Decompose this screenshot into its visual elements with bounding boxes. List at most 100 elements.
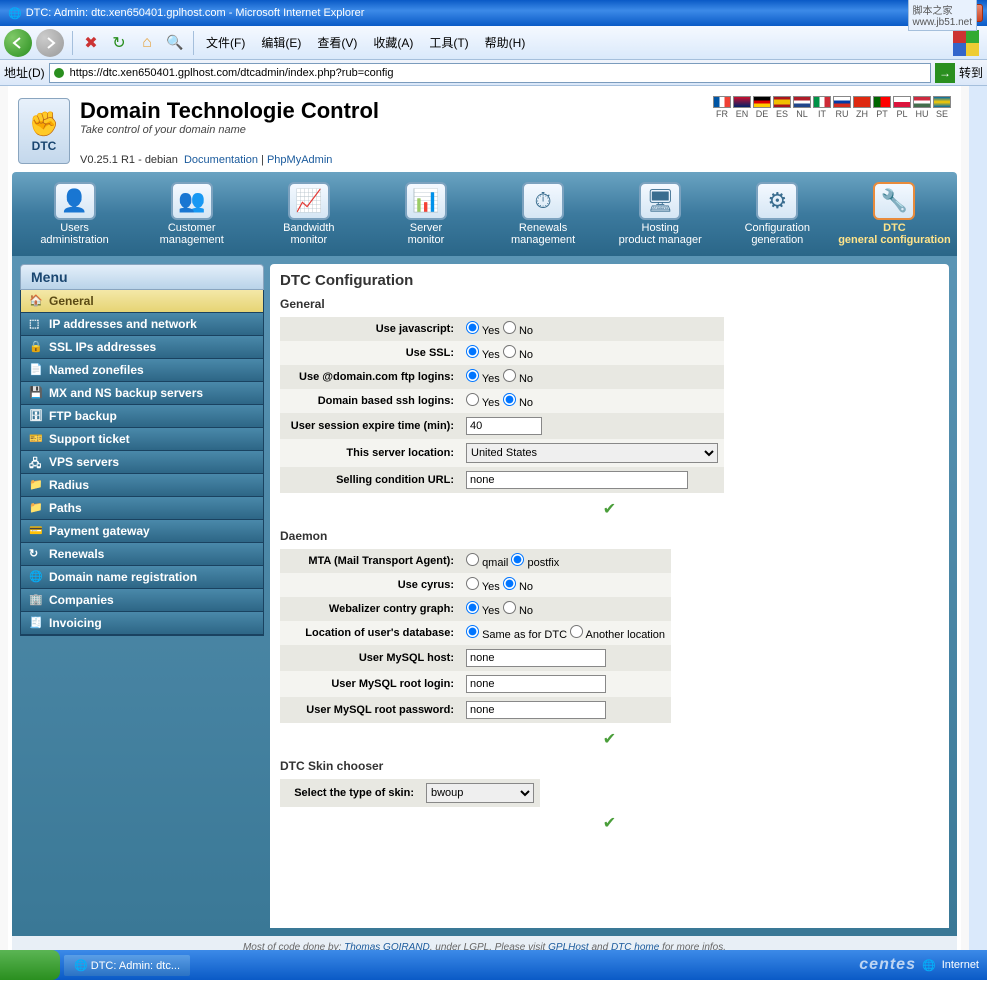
flag-nl[interactable] [793, 96, 811, 108]
sidebar-item-8[interactable]: 📁Radius [21, 474, 263, 497]
tray-internet-icon: 🌐 [922, 959, 936, 972]
flag-ru[interactable] [833, 96, 851, 108]
flag-pt[interactable] [873, 96, 891, 108]
documentation-link[interactable]: Documentation [184, 154, 258, 166]
sidebar-item-10[interactable]: 💳Payment gateway [21, 520, 263, 543]
select-skin[interactable]: bwoup [426, 783, 534, 803]
gplhost-link[interactable]: GPLHost [548, 942, 589, 950]
sidebar-label-12: Domain name registration [49, 570, 197, 584]
sidebar-label-8: Radius [49, 478, 89, 492]
radio-ftp-no[interactable] [503, 369, 516, 382]
radio-ftp-yes[interactable] [466, 369, 479, 382]
search-button[interactable]: 🔍 [164, 32, 186, 54]
select-server-location[interactable]: United States [466, 443, 718, 463]
sidebar-item-4[interactable]: 💾MX and NS backup servers [21, 382, 263, 405]
nav-item-7[interactable]: 🔧DTCgeneral configuration [836, 178, 953, 250]
nav-item-2[interactable]: 📈Bandwidthmonitor [250, 178, 367, 250]
input-session-expire[interactable] [466, 417, 542, 435]
sidebar-item-1[interactable]: ⬚IP addresses and network [21, 313, 263, 336]
sidebar-item-11[interactable]: ↻Renewals [21, 543, 263, 566]
sidebar-item-6[interactable]: 🎫Support ticket [21, 428, 263, 451]
flag-zh[interactable] [853, 96, 871, 108]
flag-hu[interactable] [913, 96, 931, 108]
sidebar-item-12[interactable]: 🌐Domain name registration [21, 566, 263, 589]
menu-file[interactable]: 文件(F) [198, 30, 253, 55]
author-link[interactable]: Thomas GOIRAND [344, 942, 430, 950]
radio-ssl-yes[interactable] [466, 345, 479, 358]
radio-cyrus-no[interactable] [503, 577, 516, 590]
address-input[interactable] [49, 63, 931, 83]
nav-item-1[interactable]: 👥Customermanagement [133, 178, 250, 250]
nav-item-5[interactable]: 🖥Hostingproduct manager [602, 178, 719, 250]
sidebar-label-5: FTP backup [49, 409, 117, 423]
browser-menu-bar: 文件(F) 编辑(E) 查看(V) 收藏(A) 工具(T) 帮助(H) [198, 30, 533, 55]
radio-ssh-no[interactable] [503, 393, 516, 406]
home-button[interactable]: ⌂ [136, 32, 158, 54]
windows-taskbar: 🌐 DTC: Admin: dtc... centes 🌐 Internet [0, 950, 987, 980]
nav-item-0[interactable]: 👤Usersadministration [16, 178, 133, 250]
menu-edit[interactable]: 编辑(E) [253, 30, 309, 55]
radio-ssl-no[interactable] [503, 345, 516, 358]
forward-button[interactable] [36, 29, 64, 57]
menu-favorites[interactable]: 收藏(A) [365, 30, 421, 55]
sidebar-label-10: Payment gateway [49, 524, 150, 538]
radio-db-same[interactable] [466, 625, 479, 638]
flag-en[interactable] [733, 96, 751, 108]
sidebar-item-5[interactable]: 🗄FTP backup [21, 405, 263, 428]
sidebar-label-11: Renewals [49, 547, 104, 561]
flag-label-de: DE [753, 109, 771, 119]
start-button[interactable] [0, 950, 60, 980]
daemon-form-table: MTA (Mail Transport Agent): qmail postfi… [280, 549, 671, 723]
input-mysql-pass[interactable] [466, 701, 606, 719]
back-button[interactable] [4, 29, 32, 57]
flag-pl[interactable] [893, 96, 911, 108]
nav-item-3[interactable]: 📊Servermonitor [367, 178, 484, 250]
menu-view[interactable]: 查看(V) [309, 30, 365, 55]
flag-label-it: IT [813, 109, 831, 119]
submit-general-icon[interactable]: ✔ [280, 499, 939, 519]
go-button[interactable]: → [935, 63, 955, 83]
sidebar-item-14[interactable]: 🧾Invoicing [21, 612, 263, 635]
dtc-body: Menu 🏠General⬚IP addresses and network🔒S… [12, 256, 957, 936]
vertical-scrollbar[interactable] [969, 86, 987, 950]
flag-label-en: EN [733, 109, 751, 119]
menu-help[interactable]: 帮助(H) [477, 30, 534, 55]
radio-js-no[interactable] [503, 321, 516, 334]
radio-ssh-yes[interactable] [466, 393, 479, 406]
language-flags: FRENDEESNLITRUZHPTPLHUSE [713, 96, 951, 119]
phpmyadmin-link[interactable]: PhpMyAdmin [267, 154, 332, 166]
radio-mta-postfix[interactable] [511, 553, 524, 566]
flag-it[interactable] [813, 96, 831, 108]
radio-db-another[interactable] [570, 625, 583, 638]
input-selling-url[interactable] [466, 471, 688, 489]
menu-tools[interactable]: 工具(T) [421, 30, 476, 55]
sidebar-item-0[interactable]: 🏠General [21, 290, 263, 313]
radio-js-yes[interactable] [466, 321, 479, 334]
nav-item-4[interactable]: ⏱Renewalsmanagement [485, 178, 602, 250]
sidebar-item-13[interactable]: 🏢Companies [21, 589, 263, 612]
submit-daemon-icon[interactable]: ✔ [280, 729, 939, 749]
content-panel: DTC Configuration General Use javascript… [270, 264, 949, 928]
stop-button[interactable]: ✖ [80, 32, 102, 54]
radio-web-yes[interactable] [466, 601, 479, 614]
label-session-expire: User session expire time (min): [280, 413, 460, 439]
sidebar-item-7[interactable]: 🖧VPS servers [21, 451, 263, 474]
submit-skin-icon[interactable]: ✔ [280, 813, 939, 833]
dtchome-link[interactable]: DTC home [611, 942, 659, 950]
nav-item-6[interactable]: ⚙Configurationgeneration [719, 178, 836, 250]
radio-mta-qmail[interactable] [466, 553, 479, 566]
input-mysql-login[interactable] [466, 675, 606, 693]
sidebar-item-2[interactable]: 🔒SSL IPs addresses [21, 336, 263, 359]
sidebar-item-3[interactable]: 📄Named zonefiles [21, 359, 263, 382]
radio-cyrus-yes[interactable] [466, 577, 479, 590]
refresh-button[interactable]: ↻ [108, 32, 130, 54]
flag-se[interactable] [933, 96, 951, 108]
sidebar-item-9[interactable]: 📁Paths [21, 497, 263, 520]
taskbar-task[interactable]: 🌐 DTC: Admin: dtc... [64, 955, 190, 976]
radio-web-no[interactable] [503, 601, 516, 614]
flag-fr[interactable] [713, 96, 731, 108]
page-title: Domain Technologie Control [80, 98, 379, 124]
input-mysql-host[interactable] [466, 649, 606, 667]
flag-de[interactable] [753, 96, 771, 108]
flag-es[interactable] [773, 96, 791, 108]
